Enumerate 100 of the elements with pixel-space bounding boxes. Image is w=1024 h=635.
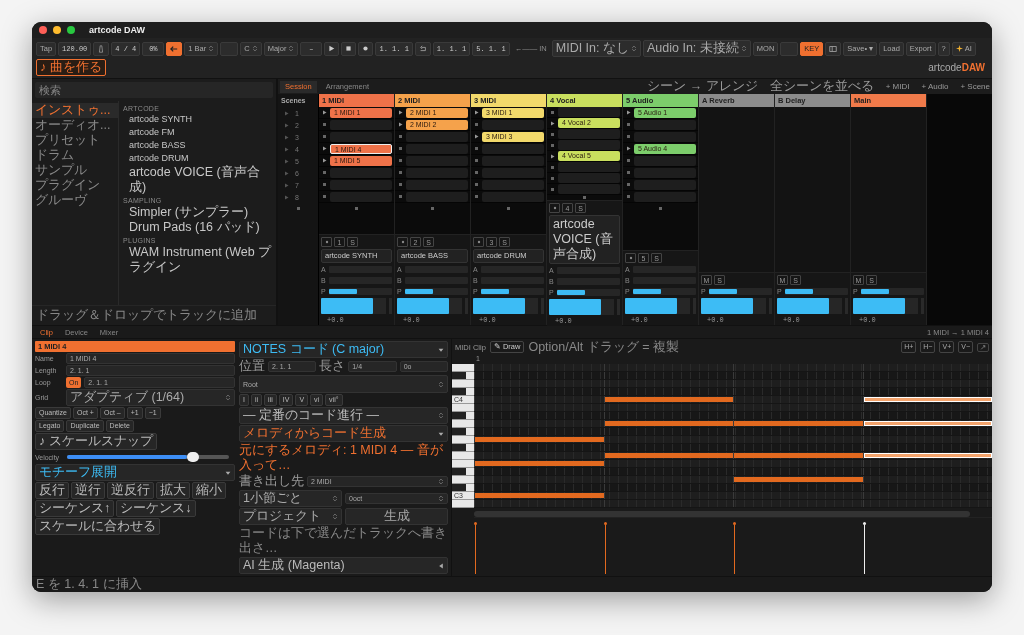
pan-fill[interactable]	[405, 289, 434, 294]
category-item[interactable]: オーディオ...	[32, 118, 118, 133]
pan-fill[interactable]	[709, 289, 738, 294]
empty-slot[interactable]	[558, 129, 620, 139]
motif-button[interactable]: 反行	[35, 482, 69, 499]
option-dropdown[interactable]: 1小節ごと	[239, 490, 342, 507]
motif-button[interactable]: シーケンス↓	[116, 500, 196, 517]
minimize-button[interactable]	[53, 26, 61, 34]
arm-button[interactable]	[397, 237, 408, 247]
motif-button[interactable]: 拡大	[156, 482, 190, 499]
instrument-item[interactable]: Simpler (サンプラー)	[123, 205, 272, 220]
instrument-item[interactable]: artcode SYNTH	[123, 113, 272, 126]
instrument-item[interactable]: WAM Instrument (Web プラグイン	[123, 245, 272, 275]
midi-note[interactable]	[734, 421, 863, 426]
panel-button[interactable]	[825, 41, 842, 56]
slider-thumb[interactable]	[187, 452, 200, 462]
pan-fill[interactable]	[785, 289, 814, 294]
velocity-slider[interactable]	[67, 455, 188, 459]
empty-slot[interactable]	[482, 143, 544, 154]
instrument-item[interactable]: Drum Pads (16 パッド)	[123, 220, 272, 235]
pan-fill[interactable]	[557, 290, 586, 295]
category-item[interactable]: グルーヴ	[32, 193, 118, 208]
midi-note[interactable]	[863, 397, 992, 402]
pan-fill[interactable]	[481, 289, 510, 294]
empty-slot[interactable]	[558, 184, 620, 194]
empty-slot[interactable]	[482, 155, 544, 166]
pan-fill[interactable]	[633, 289, 662, 294]
midi-note[interactable]	[604, 453, 733, 458]
empty-slot[interactable]	[634, 119, 696, 130]
device-name[interactable]: artcode VOICE (音声合成)	[549, 215, 620, 264]
search-field[interactable]: 検索	[35, 82, 273, 98]
compose-button[interactable]: ♪ 曲を作る	[36, 59, 106, 76]
empty-slot[interactable]	[634, 167, 696, 178]
empty-slot[interactable]	[634, 131, 696, 142]
instrument-item[interactable]: artcode BASS	[123, 139, 272, 152]
motif-button[interactable]: シーケンス↑	[35, 500, 115, 517]
midi-note[interactable]	[863, 421, 992, 426]
empty-slot[interactable]	[330, 119, 392, 130]
follow-button[interactable]	[166, 41, 183, 56]
record-button[interactable]	[358, 41, 374, 56]
empty-slot[interactable]	[558, 140, 620, 150]
midi-note[interactable]	[604, 421, 733, 426]
category-item[interactable]: サンプル	[32, 163, 118, 178]
dropdown[interactable]: MIDI In: なし	[551, 40, 641, 57]
session-action[interactable]: 全シーンを並べる	[769, 79, 874, 94]
generate-button[interactable]: 生成	[345, 508, 448, 525]
motif-button[interactable]: スケールに合わせる	[35, 518, 160, 535]
motif-button[interactable]: 逆反行	[107, 482, 154, 499]
empty-slot[interactable]	[558, 162, 620, 172]
edit-button[interactable]: ♪ スケールスナップ	[35, 433, 157, 450]
velocity-stem[interactable]	[862, 522, 866, 574]
stop-button[interactable]	[341, 41, 357, 56]
pan-fill[interactable]	[329, 289, 358, 294]
empty-slot[interactable]	[558, 173, 620, 183]
empty-slot[interactable]	[482, 179, 544, 190]
arm-button[interactable]	[321, 237, 332, 247]
category-item[interactable]: インストゥ...	[32, 103, 118, 118]
expand-button[interactable]	[977, 342, 989, 352]
progression-dropdown[interactable]: — 定番のコード進行 —	[239, 407, 448, 424]
melody-dropdown[interactable]: メロディからコード生成	[239, 425, 448, 442]
arm-button[interactable]	[625, 253, 636, 263]
loop-button[interactable]	[414, 41, 431, 56]
instrument-item[interactable]: artcode FM	[123, 126, 272, 139]
midi-note[interactable]	[863, 453, 992, 458]
empty-slot[interactable]	[482, 119, 544, 130]
midi-note[interactable]	[604, 397, 733, 402]
empty-slot[interactable]	[330, 131, 392, 142]
category-item[interactable]: ドラム	[32, 148, 118, 163]
session-action[interactable]: シーン → アレンジ	[647, 79, 758, 94]
empty-slot[interactable]	[482, 167, 544, 178]
empty-slot[interactable]	[406, 131, 468, 142]
session-action[interactable]: + MIDI	[885, 82, 910, 91]
empty-slot[interactable]	[406, 179, 468, 190]
play-button[interactable]	[324, 41, 340, 56]
midi-note[interactable]	[734, 453, 863, 458]
chord-mode-dropdown[interactable]: NOTES コード (C major)	[239, 341, 448, 358]
session-action[interactable]: + Scene	[960, 82, 990, 91]
motif-dropdown[interactable]: モチーフ展開	[35, 464, 235, 481]
session-action[interactable]: + Audio	[921, 82, 949, 91]
zoom-button[interactable]	[67, 26, 75, 34]
project-dropdown[interactable]: プロジェクト	[239, 508, 342, 525]
empty-slot[interactable]	[406, 167, 468, 178]
empty-slot[interactable]	[406, 143, 468, 154]
close-button[interactable]	[39, 26, 47, 34]
motif-button[interactable]: 逆行	[71, 482, 105, 499]
empty-slot[interactable]	[330, 191, 392, 202]
arm-button[interactable]	[549, 203, 560, 213]
metronome-button[interactable]	[93, 41, 110, 56]
category-item[interactable]: プラグイン	[32, 178, 118, 193]
empty-slot[interactable]	[558, 107, 620, 117]
instrument-item[interactable]: artcode VOICE (音声合成)	[123, 165, 272, 195]
empty-slot[interactable]	[634, 179, 696, 190]
empty-slot[interactable]	[330, 179, 392, 190]
midi-note[interactable]	[734, 477, 863, 482]
motif-button[interactable]: 縮小	[192, 482, 226, 499]
empty-slot[interactable]	[634, 155, 696, 166]
pan-fill[interactable]	[861, 289, 890, 294]
instrument-item[interactable]: artcode DRUM	[123, 152, 272, 165]
scrollbar[interactable]	[474, 511, 970, 517]
category-item[interactable]: プリセット	[32, 133, 118, 148]
